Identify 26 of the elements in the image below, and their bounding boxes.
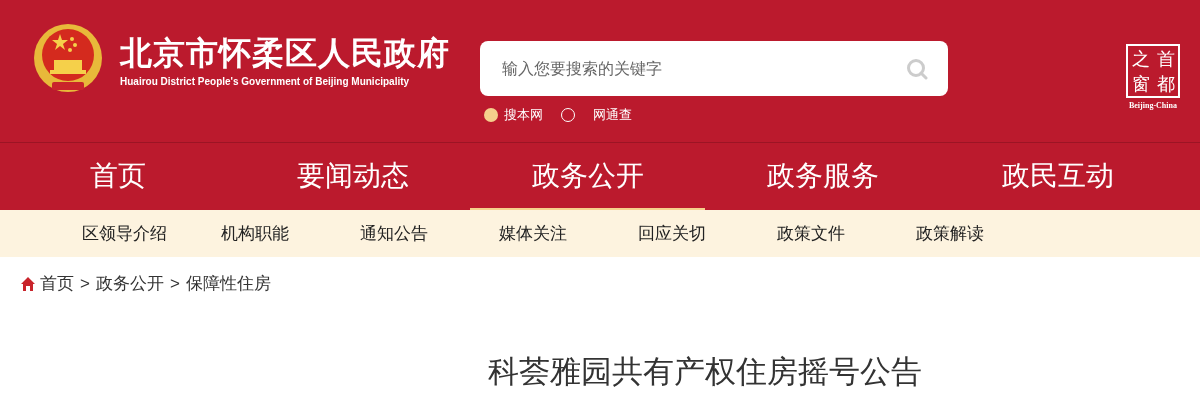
logo-caption: Beijing-China: [1129, 100, 1177, 112]
breadcrumb-link[interactable]: 保障性住房: [185, 271, 271, 297]
nav-tab[interactable]: 政务服务: [705, 143, 940, 210]
radio-label[interactable]: 搜本网: [504, 105, 543, 125]
subnav-link[interactable]: 回应关切: [638, 220, 777, 247]
subnav-link[interactable]: 政策文件: [777, 220, 916, 247]
breadcrumb-link[interactable]: 首页: [40, 271, 74, 297]
nav-tab[interactable]: 政民互动: [940, 143, 1175, 210]
home-icon: [20, 276, 36, 292]
subnav-link[interactable]: 政策解读: [916, 220, 1055, 247]
article-title: 科荟雅园共有产权住房摇号公告: [488, 353, 922, 391]
nav-tab[interactable]: 首页: [0, 143, 235, 210]
site-subtitle: Huairou District People's Government of Beijing Municipality: [120, 75, 411, 89]
radio-label[interactable]: 网通查: [593, 105, 632, 125]
capital-logo: 之 首 窗 都: [1126, 44, 1180, 98]
site-title: 北京市怀柔区人民政府: [120, 34, 450, 72]
radio-button[interactable]: [484, 107, 498, 122]
breadcrumb-link[interactable]: 政务公开: [95, 271, 164, 297]
subnav-link[interactable]: 区领导介绍: [82, 220, 221, 247]
breadcrumb-separator: >: [169, 273, 180, 296]
subnav-link[interactable]: 媒体关注: [499, 220, 638, 247]
breadcrumb-separator: >: [80, 273, 90, 296]
subnav-link[interactable]: 机构职能: [221, 220, 360, 247]
subnav-link[interactable]: 通知公告: [360, 220, 499, 247]
search-field[interactable]: 输入您要搜索的关键字: [480, 41, 948, 96]
nav-tab[interactable]: 要闻动态: [235, 143, 470, 210]
